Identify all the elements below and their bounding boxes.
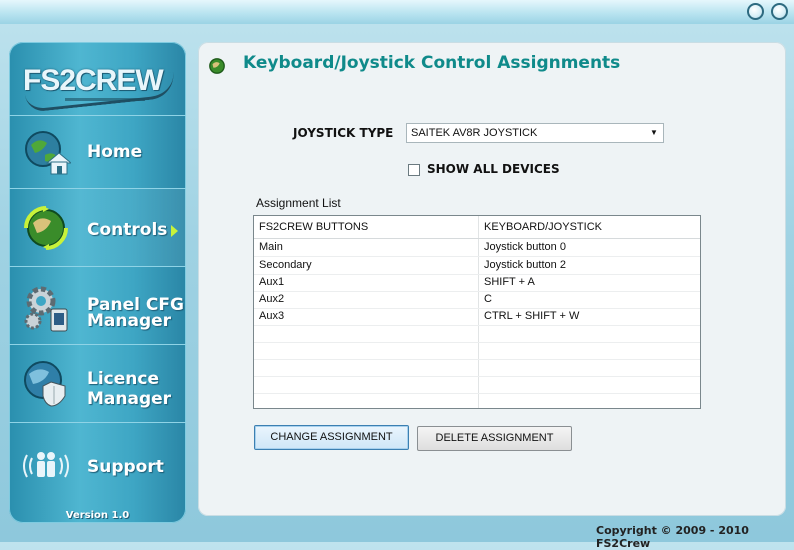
table-row[interactable]: Aux3 CTRL + SHIFT + W bbox=[254, 308, 700, 326]
home-globe-icon bbox=[25, 131, 71, 175]
joystick-type-select[interactable]: SAITEK AV8R JOYSTICK ▼ bbox=[406, 123, 664, 143]
sidebar-item-label-line2: Manager bbox=[87, 389, 172, 409]
row-button: Aux3 bbox=[259, 310, 285, 322]
shield-globe-icon bbox=[24, 361, 66, 407]
chevron-down-icon[interactable]: ▼ bbox=[645, 124, 663, 142]
close-button[interactable] bbox=[771, 3, 788, 20]
row-assignment: SHIFT + A bbox=[484, 276, 535, 288]
logo: FS2CREW bbox=[9, 42, 186, 115]
logo-tagline-mark bbox=[65, 98, 145, 101]
row-assignment: C bbox=[484, 293, 492, 305]
assignment-list-title: Assignment List bbox=[256, 196, 341, 210]
sidebar-item-support[interactable]: Support bbox=[9, 422, 186, 510]
row-button: Secondary bbox=[259, 259, 312, 271]
empty-row bbox=[254, 325, 700, 343]
column-header-keyboard-joystick[interactable]: KEYBOARD/JOYSTICK bbox=[484, 221, 602, 233]
gears-icon bbox=[24, 286, 68, 332]
sidebar-item-label-line2: Manager bbox=[87, 311, 172, 331]
sidebar-item-label: Support bbox=[87, 457, 164, 477]
assignment-list[interactable]: FS2CREW BUTTONS KEYBOARD/JOYSTICK Main J… bbox=[253, 215, 701, 409]
empty-row bbox=[254, 342, 700, 360]
title-bar bbox=[0, 0, 794, 24]
sidebar-item-label: Home bbox=[87, 142, 143, 162]
show-all-devices-checkbox[interactable] bbox=[408, 164, 420, 176]
empty-row bbox=[254, 376, 700, 394]
sidebar-item-controls[interactable]: Controls bbox=[9, 188, 186, 266]
row-assignment: Joystick button 2 bbox=[484, 259, 566, 271]
support-people-icon bbox=[23, 452, 69, 478]
delete-assignment-button[interactable]: DELETE ASSIGNMENT bbox=[417, 426, 572, 451]
version-label: Version 1.0 bbox=[65, 510, 130, 521]
show-all-devices-label: SHOW ALL DEVICES bbox=[427, 162, 560, 176]
row-button: Aux1 bbox=[259, 276, 285, 288]
sidebar-item-label-line1: Licence bbox=[87, 369, 159, 389]
joystick-type-label: JOYSTICK TYPE bbox=[293, 126, 394, 140]
joystick-type-value: SAITEK AV8R JOYSTICK bbox=[411, 127, 538, 139]
empty-row bbox=[254, 359, 700, 377]
logo-text: FS2CREW bbox=[23, 64, 164, 97]
list-header: FS2CREW BUTTONS KEYBOARD/JOYSTICK bbox=[254, 216, 700, 239]
column-header-fs2crew-buttons[interactable]: FS2CREW BUTTONS bbox=[259, 221, 368, 233]
main-panel: Keyboard/Joystick Control Assignments JO… bbox=[198, 42, 786, 516]
table-row[interactable]: Main Joystick button 0 bbox=[254, 239, 700, 257]
copyright-text: Copyright © 2009 - 2010 FS2Crew bbox=[596, 524, 749, 550]
table-row[interactable]: Aux1 SHIFT + A bbox=[254, 274, 700, 292]
active-arrow-icon bbox=[171, 225, 178, 237]
sidebar-item-label: Controls bbox=[87, 220, 168, 240]
row-button: Main bbox=[259, 241, 283, 253]
sidebar: FS2CREW Home Controls Panel CFG Manager … bbox=[9, 42, 186, 523]
row-assignment: CTRL + SHIFT + W bbox=[484, 310, 580, 322]
sidebar-item-panel-cfg-manager[interactable]: Panel CFG Manager bbox=[9, 266, 186, 344]
globe-icon bbox=[209, 58, 225, 74]
sidebar-item-licence-manager[interactable]: Licence Manager bbox=[9, 344, 186, 422]
controls-globe-icon bbox=[24, 206, 68, 250]
row-assignment: Joystick button 0 bbox=[484, 241, 566, 253]
table-row[interactable]: Secondary Joystick button 2 bbox=[254, 257, 700, 275]
empty-row bbox=[254, 393, 700, 408]
table-row[interactable]: Aux2 C bbox=[254, 291, 700, 309]
minimize-button[interactable] bbox=[747, 3, 764, 20]
sidebar-item-home[interactable]: Home bbox=[9, 115, 186, 188]
change-assignment-button[interactable]: CHANGE ASSIGNMENT bbox=[254, 425, 409, 450]
page-title: Keyboard/Joystick Control Assignments bbox=[243, 53, 621, 73]
row-button: Aux2 bbox=[259, 293, 285, 305]
